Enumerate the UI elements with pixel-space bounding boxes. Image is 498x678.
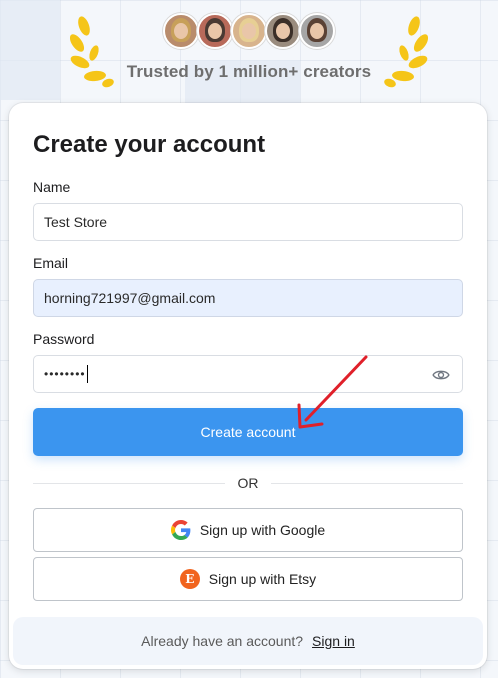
signup-card: Create your account Name Test Store Emai… — [9, 103, 487, 669]
text-caret — [86, 365, 88, 383]
email-label: Email — [33, 255, 69, 271]
creator-avatar — [197, 13, 233, 49]
or-divider: OR — [33, 473, 463, 493]
email-field-value: horning721997@gmail.com — [44, 290, 216, 306]
email-field[interactable]: horning721997@gmail.com — [33, 279, 463, 317]
name-field-value: Test Store — [44, 214, 108, 230]
signin-prompt: Already have an account? — [141, 633, 304, 649]
google-icon — [170, 520, 191, 540]
avatar-face — [208, 23, 222, 39]
creator-avatar — [299, 13, 335, 49]
password-field-value: •••••••• — [44, 367, 86, 381]
signin-footer: Already have an account? Sign in — [13, 617, 483, 665]
avatar-face — [174, 23, 188, 39]
creator-avatar — [265, 13, 301, 49]
create-account-button[interactable]: Create account — [33, 408, 463, 456]
creator-avatars — [163, 13, 335, 49]
etsy-signup-button[interactable]: E Sign up with Etsy — [33, 557, 463, 601]
name-label: Name — [33, 179, 71, 195]
password-field[interactable]: •••••••• — [33, 355, 463, 393]
avatar-face — [242, 23, 256, 39]
google-signup-label: Sign up with Google — [199, 522, 326, 538]
show-password-eye-icon[interactable] — [432, 366, 450, 384]
etsy-signup-label: Sign up with Etsy — [208, 571, 317, 587]
avatar-face — [276, 23, 290, 39]
signin-link[interactable]: Sign in — [312, 633, 355, 649]
creator-avatar — [163, 13, 199, 49]
google-signup-button[interactable]: Sign up with Google — [33, 508, 463, 552]
password-label: Password — [33, 331, 95, 347]
social-proof-header: Trusted by 1 million+ creators — [0, 0, 498, 100]
page-title: Create your account — [33, 131, 266, 158]
trusted-text: Trusted by 1 million+ creators — [126, 62, 372, 81]
etsy-icon: E — [179, 569, 200, 589]
name-field[interactable]: Test Store — [33, 203, 463, 241]
creator-avatar — [231, 13, 267, 49]
divider-line — [271, 483, 463, 484]
avatar-face — [310, 23, 324, 39]
